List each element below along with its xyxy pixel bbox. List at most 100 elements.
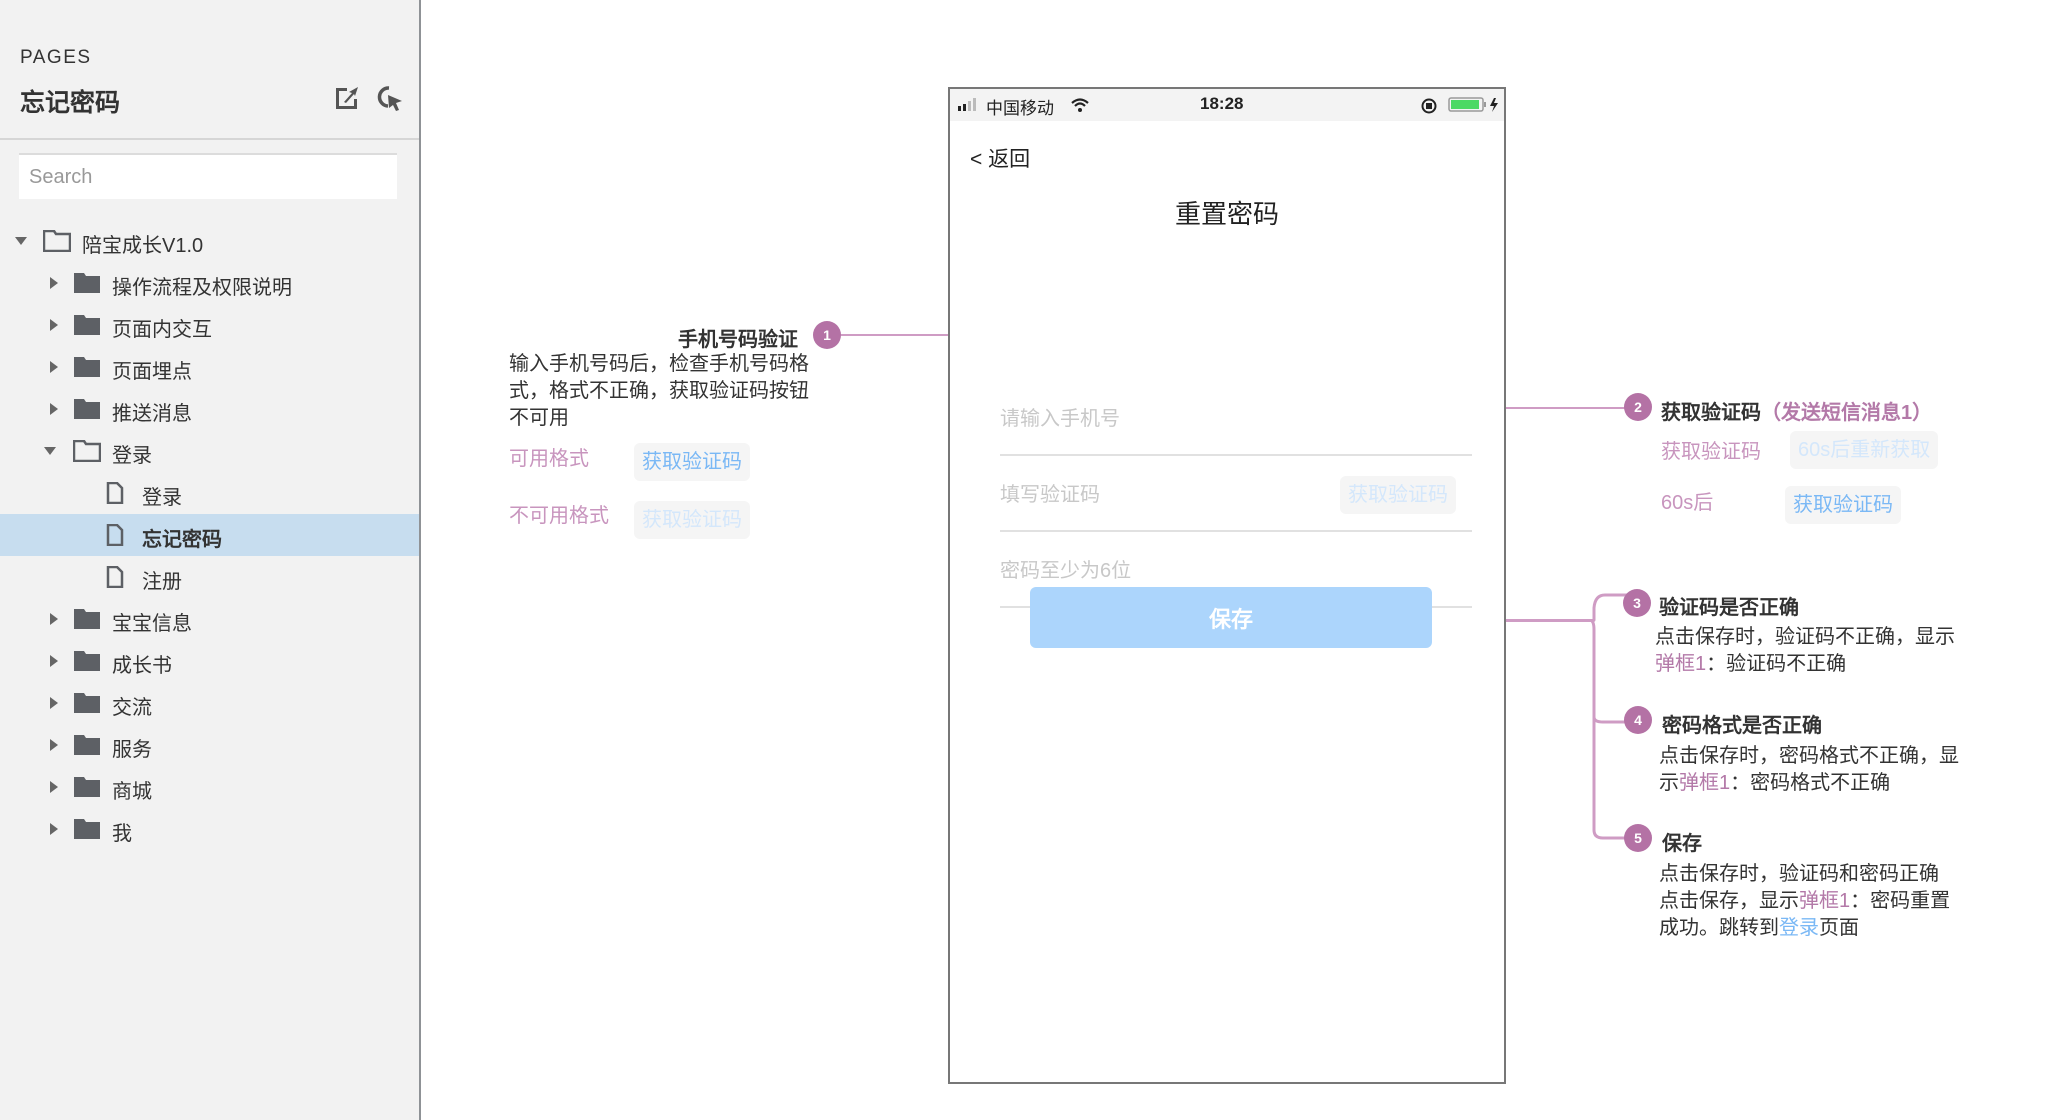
annotation-5-line-2-pre: 点击保存，显示 xyxy=(1659,890,1799,912)
tree-item-folder[interactable]: 交流 xyxy=(0,682,419,724)
get-code-chip-enabled: 获取验证码 xyxy=(1785,486,1901,524)
annotation-3-title: 验证码是否正确 xyxy=(1659,597,1799,619)
annotation-1-example-label: 可用格式 xyxy=(509,448,589,470)
get-code-chip-disabled: 获取验证码 xyxy=(634,501,750,539)
folder-icon xyxy=(74,735,100,755)
status-bar: 中国移动 18:28 xyxy=(950,89,1504,121)
tree-item-label: 推送消息 xyxy=(112,403,192,425)
save-button[interactable]: 保存 xyxy=(1030,587,1432,648)
caret-right-icon[interactable] xyxy=(48,403,60,415)
annotation-5-line-3-pre: 成功。跳转到 xyxy=(1659,917,1779,939)
dialog-link[interactable]: 弹框1 xyxy=(1799,890,1850,912)
get-code-button[interactable]: 获取验证码 xyxy=(1340,476,1456,514)
annotation-5-line-2: 点击保存，显示弹框1：密码重置 xyxy=(1659,888,1999,915)
folder-open-icon xyxy=(73,440,101,462)
caret-down-icon[interactable] xyxy=(15,235,27,247)
tree-item-label: 注册 xyxy=(142,571,182,593)
annotation-5-line-2-post: ：密码重置 xyxy=(1850,890,1951,912)
tree-item-label: 交流 xyxy=(112,697,152,719)
export-icon[interactable] xyxy=(333,84,361,112)
search-input[interactable] xyxy=(19,153,397,199)
caret-right-icon[interactable] xyxy=(48,655,60,667)
annotation-5-text: 点击保存时，验证码和密码正确 点击保存，显示弹框1：密码重置 成功。跳转到登录页… xyxy=(1659,861,1999,942)
page-icon xyxy=(106,482,124,504)
verification-code-field: 获取验证码 xyxy=(1000,456,1472,532)
folder-open-icon xyxy=(43,230,71,252)
login-page-link[interactable]: 登录 xyxy=(1779,917,1819,939)
caret-down-icon[interactable] xyxy=(44,445,56,457)
tree-item-label: 我 xyxy=(112,823,132,845)
carrier-name: 中国移动 xyxy=(986,99,1054,118)
tree-item-page[interactable]: 注册 xyxy=(0,556,419,598)
page-icon xyxy=(106,524,124,546)
phone-number-input[interactable] xyxy=(1000,404,1300,434)
tree-item-label: 宝宝信息 xyxy=(112,613,192,635)
caret-right-icon[interactable] xyxy=(48,781,60,793)
tree-item-folder[interactable]: 页面埋点 xyxy=(0,346,419,388)
annotation-5-line-3: 成功。跳转到登录页面 xyxy=(1659,915,1999,942)
annotation-2-title-main: 获取验证码 xyxy=(1661,402,1761,424)
caret-right-icon[interactable] xyxy=(48,361,60,373)
annotation-3-text-pre: 点击保存时，验证码不正确，显示 xyxy=(1655,626,1955,648)
tree-item-folder[interactable]: 成长书 xyxy=(0,640,419,682)
tree-item-folder[interactable]: 服务 xyxy=(0,724,419,766)
tree-item-folder[interactable]: 宝宝信息 xyxy=(0,598,419,640)
back-button[interactable]: < 返回 xyxy=(970,143,1030,173)
folder-icon xyxy=(74,777,100,797)
annotation-2-title: 获取验证码（发送短信消息1） xyxy=(1661,396,1932,425)
page-icon xyxy=(106,566,124,588)
annotation-2-example-label: 60s后 xyxy=(1661,492,1714,514)
annotation-5-line-3-post: 页面 xyxy=(1819,917,1859,939)
tree-item-folder[interactable]: 操作流程及权限说明 xyxy=(0,262,419,304)
tree-item-label: 页面内交互 xyxy=(112,319,212,341)
caret-right-icon[interactable] xyxy=(48,739,60,751)
tree-item-root[interactable]: 陪宝成长V1.0 xyxy=(0,220,419,262)
caret-right-icon[interactable] xyxy=(48,697,60,709)
annotation-badge-3: 3 xyxy=(1623,589,1651,617)
tree-item-folder-login[interactable]: 登录 xyxy=(0,430,419,472)
get-code-chip-enabled: 获取验证码 xyxy=(634,443,750,481)
folder-icon xyxy=(74,315,100,335)
annotation-1-example-label: 不可用格式 xyxy=(509,505,609,527)
tree-item-folder[interactable]: 商城 xyxy=(0,766,419,808)
pointer-select-icon[interactable] xyxy=(376,84,404,112)
dialog-link[interactable]: 弹框1 xyxy=(1655,653,1706,675)
wifi-icon xyxy=(1071,98,1089,112)
annotation-2-example-label: 获取验证码 xyxy=(1661,441,1761,463)
dialog-link[interactable]: 弹框1 xyxy=(1679,772,1730,794)
tree-item-label: 成长书 xyxy=(112,655,172,677)
annotation-4-text-post: ：密码格式不正确 xyxy=(1730,772,1891,794)
battery-icon xyxy=(1448,97,1498,112)
annotation-1-title: 手机号码验证 xyxy=(678,329,798,351)
screen-title: 重置密码 xyxy=(1174,199,1279,229)
pages-section-label: PAGES xyxy=(20,47,92,68)
tree-item-folder[interactable]: 页面内交互 xyxy=(0,304,419,346)
tree-item-label: 页面埋点 xyxy=(112,361,192,383)
annotation-badge-1: 1 xyxy=(813,321,841,349)
rotation-lock-icon xyxy=(1421,98,1437,114)
tree-item-page-selected[interactable]: 忘记密码 xyxy=(0,514,419,556)
verification-code-input[interactable] xyxy=(1000,480,1300,510)
tree-item-label: 忘记密码 xyxy=(142,529,222,551)
caret-right-icon[interactable] xyxy=(48,823,60,835)
tree-item-page[interactable]: 登录 xyxy=(0,472,419,514)
header-divider xyxy=(0,138,419,140)
tree-item-label: 陪宝成长V1.0 xyxy=(82,235,204,257)
folder-icon xyxy=(74,693,100,713)
folder-icon xyxy=(74,651,100,671)
annotation-5-line-1: 点击保存时，验证码和密码正确 xyxy=(1659,863,1939,885)
annotation-3-text: 点击保存时，验证码不正确，显示弹框1：验证码不正确 xyxy=(1655,624,1965,678)
folder-icon xyxy=(74,273,100,293)
tree-item-folder[interactable]: 推送消息 xyxy=(0,388,419,430)
tree-item-folder[interactable]: 我 xyxy=(0,808,419,850)
caret-right-icon[interactable] xyxy=(48,613,60,625)
folder-icon xyxy=(74,819,100,839)
caret-right-icon[interactable] xyxy=(48,277,60,289)
password-input[interactable] xyxy=(1000,556,1300,586)
caret-right-icon[interactable] xyxy=(48,319,60,331)
tree-item-label: 登录 xyxy=(112,445,152,467)
annotation-badge-5: 5 xyxy=(1624,824,1652,852)
annotation-5-title: 保存 xyxy=(1662,833,1702,855)
annotation-2-title-suffix: （发送短信消息1） xyxy=(1761,402,1933,424)
countdown-chip-disabled: 60s后重新获取 xyxy=(1790,431,1939,469)
